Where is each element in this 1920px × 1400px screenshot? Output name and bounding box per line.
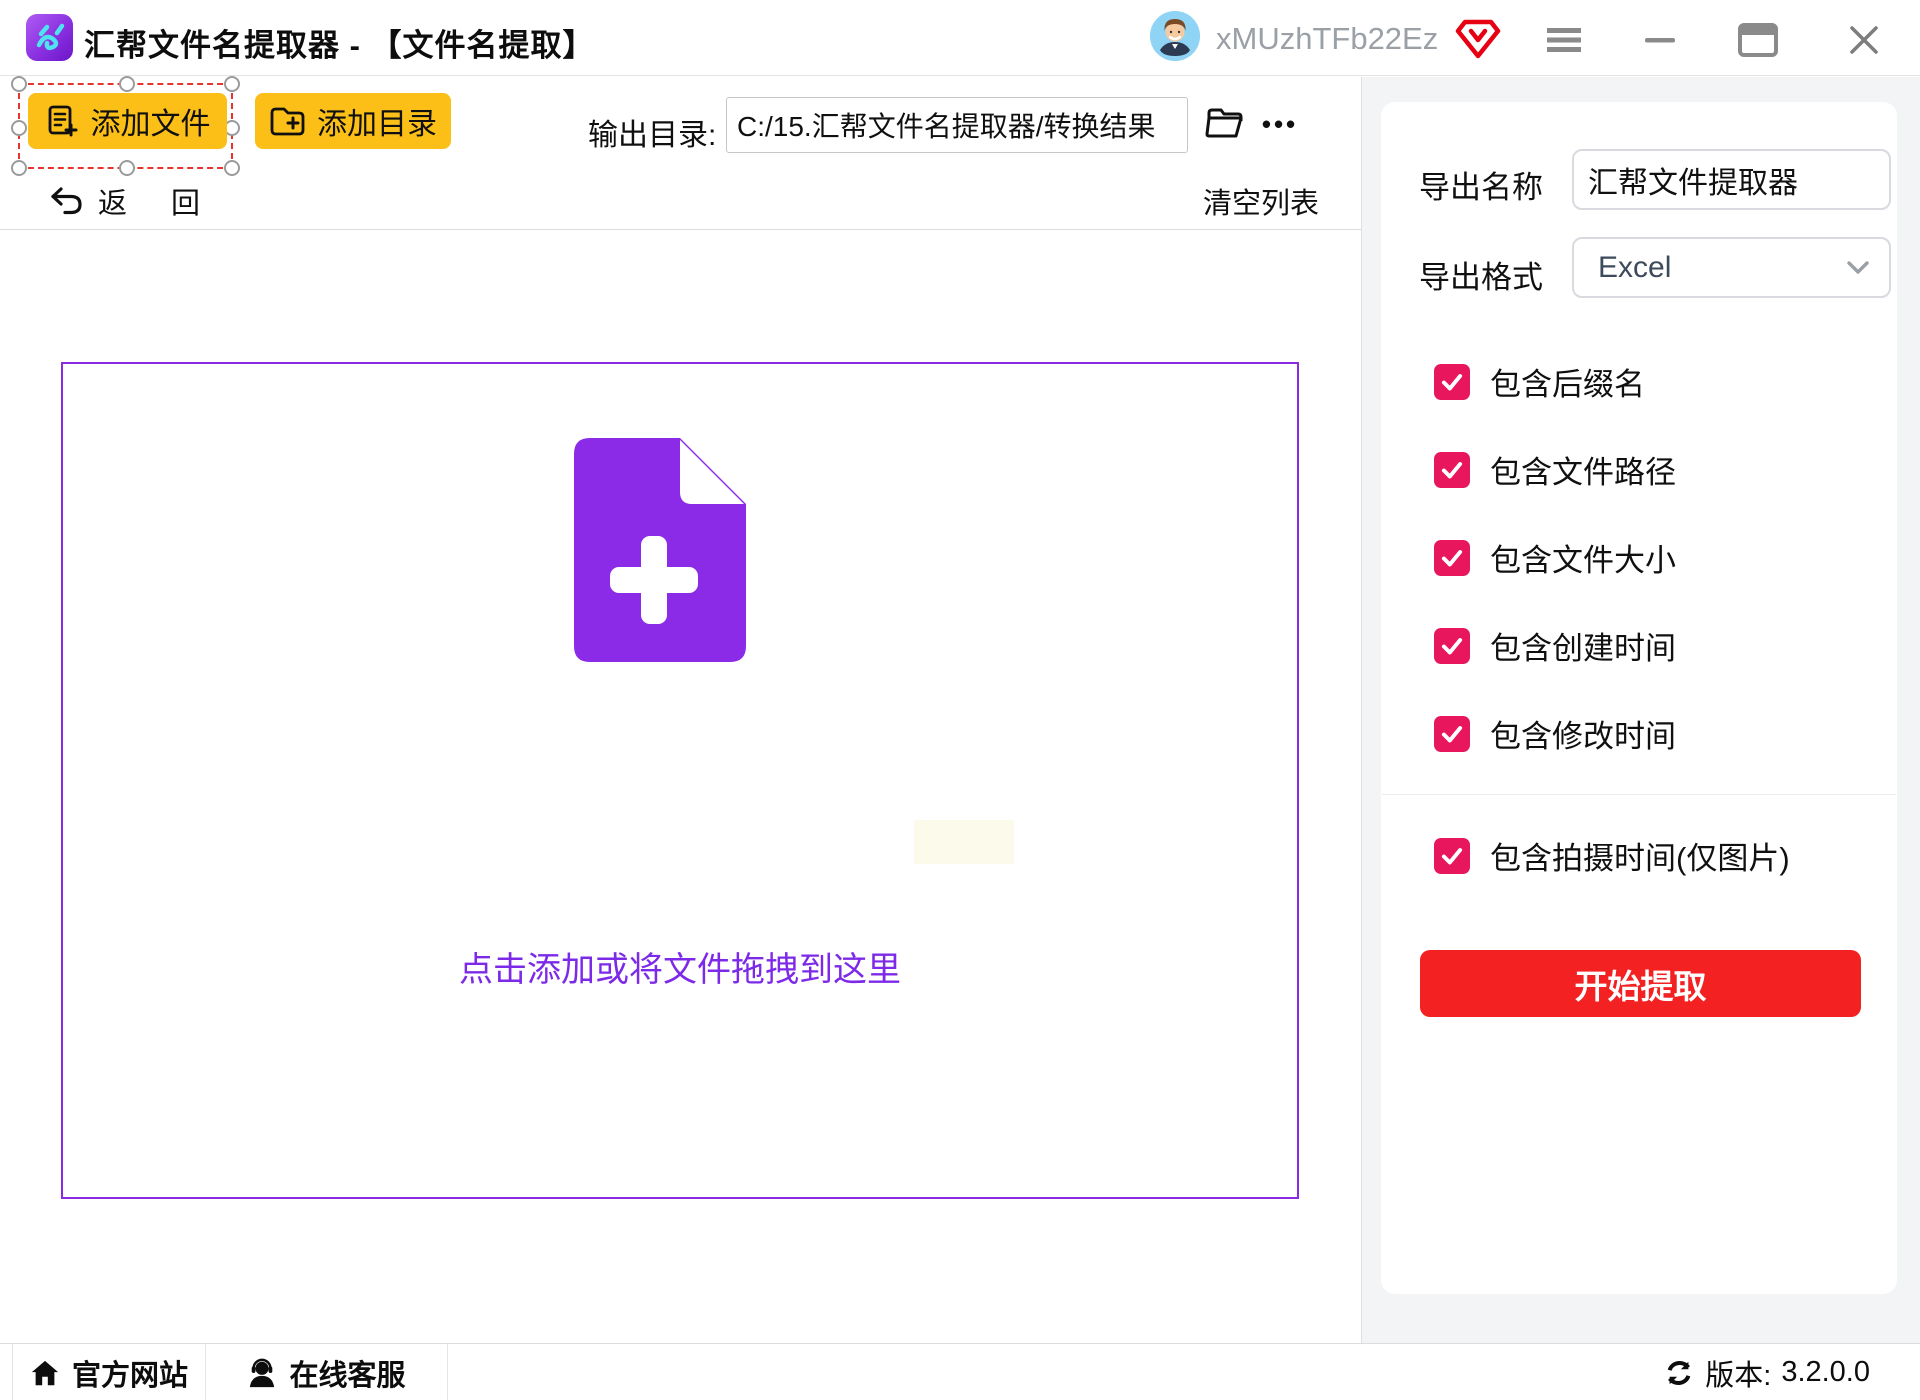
close-icon[interactable]	[1844, 22, 1884, 58]
selection-handle[interactable]	[224, 76, 240, 92]
update-icon[interactable]	[1663, 1358, 1695, 1388]
option-include-extension[interactable]: 包含后缀名	[1434, 359, 1645, 404]
option-include-photo-time[interactable]: 包含拍摄时间(仅图片)	[1434, 833, 1790, 878]
export-format-label: 导出格式	[1419, 252, 1543, 297]
faint-highlight	[914, 820, 1014, 864]
minimize-icon[interactable]	[1640, 22, 1680, 58]
support-icon	[247, 1357, 277, 1389]
add-file-icon	[45, 104, 79, 138]
add-folder-label: 添加目录	[317, 99, 437, 143]
divider	[1382, 794, 1896, 795]
option-label: 包含修改时间	[1490, 711, 1676, 756]
back-icon	[48, 186, 84, 216]
add-files-label: 添加文件	[91, 99, 211, 143]
selection-handle[interactable]	[224, 160, 240, 176]
file-dropzone[interactable]: 点击添加或将文件拖拽到这里	[61, 362, 1299, 1199]
folder-open-icon[interactable]	[1202, 101, 1248, 147]
maximize-icon[interactable]	[1738, 22, 1778, 58]
chevron-down-icon	[1845, 259, 1871, 277]
username: xMUzhTFb22Ez	[1216, 21, 1438, 57]
app-icon	[26, 14, 73, 61]
checkbox-checked-icon[interactable]	[1434, 364, 1470, 400]
export-name-input[interactable]	[1572, 149, 1891, 210]
more-icon[interactable]: •••	[1254, 101, 1306, 147]
selection-handle[interactable]	[119, 160, 135, 176]
option-include-modified-time[interactable]: 包含修改时间	[1434, 711, 1676, 756]
version-value: 3.2.0.0	[1781, 1356, 1870, 1389]
online-support-label: 在线客服	[289, 1352, 405, 1394]
back-button[interactable]: 返 回	[48, 180, 218, 222]
add-folder-icon	[269, 104, 305, 138]
checkbox-checked-icon[interactable]	[1434, 540, 1470, 576]
option-label: 包含后缀名	[1490, 359, 1645, 404]
clear-list-button[interactable]: 清空列表	[1203, 180, 1319, 222]
checkbox-checked-icon[interactable]	[1434, 838, 1470, 874]
export-settings-panel: 导出名称 导出格式 Excel 包含后缀名	[1381, 102, 1897, 1294]
selection-handle[interactable]	[11, 160, 27, 176]
option-include-size[interactable]: 包含文件大小	[1434, 535, 1676, 580]
output-dir-label: 输出目录:	[588, 110, 716, 154]
export-format-value: Excel	[1598, 251, 1671, 285]
vip-icon[interactable]	[1455, 18, 1501, 60]
main-content: 点击添加或将文件拖拽到这里	[0, 231, 1361, 1343]
add-folder-button[interactable]: 添加目录	[255, 93, 451, 149]
footer: 官方网站 在线客服	[0, 1343, 1920, 1400]
window-title: 汇帮文件名提取器 - 【文件名提取】	[84, 20, 595, 65]
export-format-select[interactable]: Excel	[1572, 237, 1891, 298]
dropzone-hint: 点击添加或将文件拖拽到这里	[63, 942, 1297, 991]
title-bar: 汇帮文件名提取器 - 【文件名提取】 xMUzhTFb22Ez	[0, 0, 1920, 76]
file-plus-icon	[560, 436, 748, 664]
selection-handle[interactable]	[119, 76, 135, 92]
official-website-link[interactable]: 官方网站	[12, 1344, 206, 1400]
checkbox-checked-icon[interactable]	[1434, 452, 1470, 488]
selection-handle[interactable]	[11, 120, 27, 136]
add-files-button[interactable]: 添加文件	[28, 93, 227, 149]
checkbox-checked-icon[interactable]	[1434, 628, 1470, 664]
checkbox-checked-icon[interactable]	[1434, 716, 1470, 752]
menu-icon[interactable]	[1544, 22, 1584, 58]
option-label: 包含文件路径	[1490, 447, 1676, 492]
avatar[interactable]	[1150, 11, 1200, 61]
app-window: 汇帮文件名提取器 - 【文件名提取】 xMUzhTFb22Ez	[0, 0, 1920, 1400]
version-area: 版本: 3.2.0.0	[1663, 1344, 1870, 1400]
option-include-created-time[interactable]: 包含创建时间	[1434, 623, 1676, 668]
selection-handle[interactable]	[11, 76, 27, 92]
option-label: 包含创建时间	[1490, 623, 1676, 668]
sidebar: 导出名称 导出格式 Excel 包含后缀名	[1361, 77, 1920, 1343]
official-website-label: 官方网站	[72, 1352, 188, 1394]
start-extract-button[interactable]: 开始提取	[1420, 950, 1861, 1017]
output-dir-input[interactable]	[726, 97, 1188, 153]
back-label: 返 回	[98, 180, 218, 222]
option-label: 包含文件大小	[1490, 535, 1676, 580]
option-include-path[interactable]: 包含文件路径	[1434, 447, 1676, 492]
home-icon	[30, 1358, 60, 1388]
online-support-link[interactable]: 在线客服	[206, 1344, 448, 1400]
option-label: 包含拍摄时间(仅图片)	[1490, 833, 1790, 878]
export-name-label: 导出名称	[1419, 162, 1543, 207]
version-label: 版本:	[1705, 1352, 1771, 1394]
toolbar: 添加文件 添加目录 返 回 输出目录:	[0, 77, 1361, 230]
